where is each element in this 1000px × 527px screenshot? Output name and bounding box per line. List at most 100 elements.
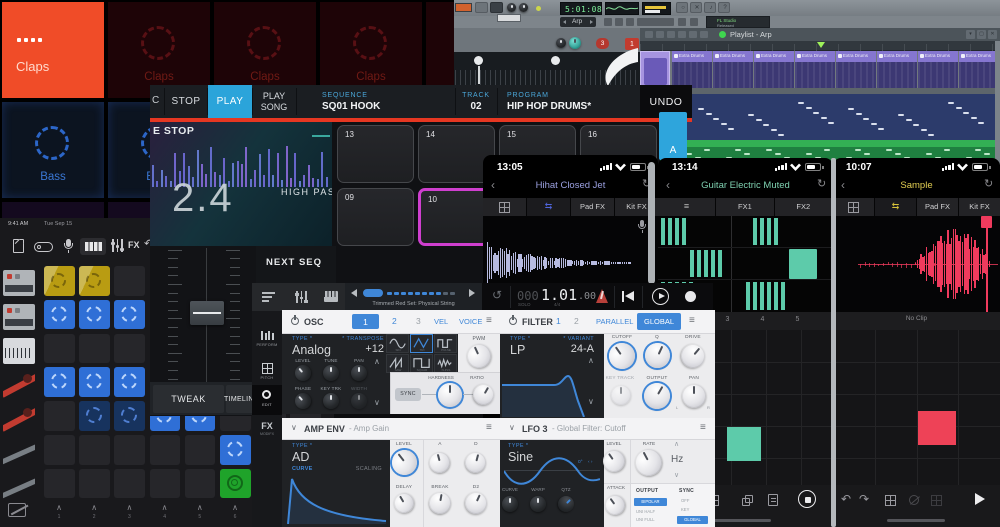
fl-toolbar-button[interactable] [490,2,503,13]
playlist-clip-body[interactable] [754,62,794,88]
fl-pattern-prev-icon[interactable] [563,20,566,24]
grid-pad-active[interactable] [114,299,145,330]
tab-tweak[interactable]: ⇆ [527,198,570,216]
panel-title[interactable]: Guitar Electric Muted [658,181,833,191]
grid-pad[interactable] [44,468,75,499]
fl-tool-icon[interactable] [666,18,674,26]
sliders-icon[interactable] [295,291,308,303]
device-thumbnail[interactable] [3,270,35,296]
mixer-list-icon[interactable] [262,292,275,302]
grid-pad[interactable] [114,266,145,296]
collapse-chevron[interactable]: ∨ [291,424,297,432]
play-song-button[interactable]: PLAY SONG [256,91,292,114]
osc-tab-vel[interactable]: VEL [434,318,448,326]
filter-tab-global[interactable]: GLOBAL [637,313,681,330]
panel-menu-icon[interactable]: ≡ [700,423,706,433]
stop-button[interactable]: STOP [166,97,206,107]
osc-tab-1[interactable]: 1 [352,314,379,329]
clip-pad[interactable]: Claps [108,2,210,98]
play-button[interactable]: PLAY [208,85,252,118]
grid-pad[interactable] [79,435,110,465]
output-option-bipolar[interactable]: BIPOLAR [634,498,667,506]
record-button[interactable] [685,291,696,302]
preset-name[interactable]: Trimmed Red Set: Physical String [345,301,482,308]
playlist-clip-body[interactable] [918,62,958,88]
home-indicator[interactable] [713,519,771,522]
sync-option-key[interactable]: KEY [681,507,689,512]
home-indicator[interactable] [887,519,945,522]
grid-pad[interactable] [184,435,216,465]
waveform-option-sqr[interactable]: SQUAR [410,354,433,373]
undo-history-icon[interactable]: ↺ [492,289,502,301]
playlist-clip-header[interactable]: Extra Drums [672,51,712,62]
tweak-button[interactable]: TWEAK [153,385,224,413]
playlist-tool-icon[interactable] [645,31,653,38]
waveform-option-tri[interactable]: TRI [410,334,433,353]
playlist-clip-header[interactable]: Extra Drums [918,51,958,62]
tab-menu[interactable]: ≡ [658,198,716,216]
piano-icon[interactable] [324,291,338,302]
playlist-clip-body[interactable] [959,62,999,88]
metronome-icon[interactable] [596,289,608,303]
tab-fx1[interactable]: FX1 [716,198,774,216]
filter-tab-1[interactable]: 1 [556,317,561,326]
sidebar-item-edit[interactable]: EDIT [252,385,282,415]
tab-pad-fx[interactable]: Pad FX [571,198,614,216]
tab-fx2[interactable]: FX2 [774,198,833,216]
clip-pad[interactable] [426,2,454,98]
playlist-clip-header[interactable]: Extra Drums [877,51,917,62]
clip-pad[interactable]: Claps [214,2,316,98]
window-control-button[interactable]: ▾ [966,30,975,39]
playlist-scrollbar[interactable] [995,41,1000,162]
window-control-button[interactable]: ▢ [977,30,986,39]
refresh-icon[interactable]: ↻ [817,179,826,190]
fl-toolbar-icon-button[interactable]: ○ [676,2,688,13]
lfo-curve-knob[interactable] [502,496,518,512]
column-collapse-chevron[interactable]: ∧ [150,504,180,512]
device-thumbnail[interactable] [3,338,35,364]
lfo-phase-value[interactable]: 0° [578,460,583,466]
grid-pad[interactable] [44,401,75,431]
clip-pad[interactable]: Claps [320,2,422,98]
playlist-tool-icon[interactable] [700,31,708,38]
panel-menu-icon[interactable]: ≡ [689,316,695,326]
filter-tab-2[interactable]: 2 [574,317,579,326]
playhead-marker-icon[interactable] [817,42,825,48]
rate-down-chevron[interactable]: ∨ [674,472,679,479]
panel-menu-icon[interactable]: ≡ [486,423,492,433]
tab-tweak[interactable]: ⇆ [875,198,916,216]
transpose-value[interactable]: +12 [326,344,384,355]
power-icon[interactable] [509,315,517,325]
collapse-chevron[interactable]: ∨ [509,424,515,432]
osc-width-knob[interactable] [351,393,367,409]
mic-icon[interactable] [636,220,648,234]
clip-pad[interactable]: Claps [2,2,104,98]
play-button[interactable] [975,493,985,505]
output-option-unifull[interactable]: UNI FULL [636,517,655,522]
osc-tab-voice[interactable]: VOICE [459,318,482,326]
playlist-clip-body[interactable] [795,62,835,88]
tab-pad-fx[interactable]: Pad FX [917,198,958,216]
sync-option-global[interactable]: GLOBAL [677,516,708,524]
fl-tool-icon[interactable] [654,18,662,26]
file-icon[interactable] [13,238,24,253]
grid-pad-active[interactable] [79,299,110,330]
sequence-value[interactable]: SQ01 HOOK [322,102,380,112]
waveform-option-sin[interactable]: SIN [386,334,409,353]
power-icon[interactable] [291,315,299,325]
play-button[interactable] [652,288,669,305]
device-thumbnail[interactable] [3,406,35,432]
refresh-icon[interactable]: ↻ [984,179,993,190]
filter-tab-parallel[interactable]: PARALLEL [596,318,633,326]
grid-pad[interactable] [79,468,110,499]
panel-menu-icon[interactable]: ≡ [486,316,492,326]
grid-pad[interactable] [79,333,110,364]
fl-tempo-box[interactable] [497,14,521,22]
waveform-option-nse[interactable]: N-PLS [434,354,457,373]
playlist-clip-header[interactable]: Extra Drums [795,51,835,62]
osc-keytrack-knob[interactable] [323,393,339,409]
column-collapse-chevron[interactable]: ∧ [79,504,109,512]
fl-tool-icon[interactable] [642,18,650,26]
output-option-unihalf[interactable]: UNI HALF [636,509,655,514]
waveform-option-pulse[interactable]: PULSE [434,334,457,353]
